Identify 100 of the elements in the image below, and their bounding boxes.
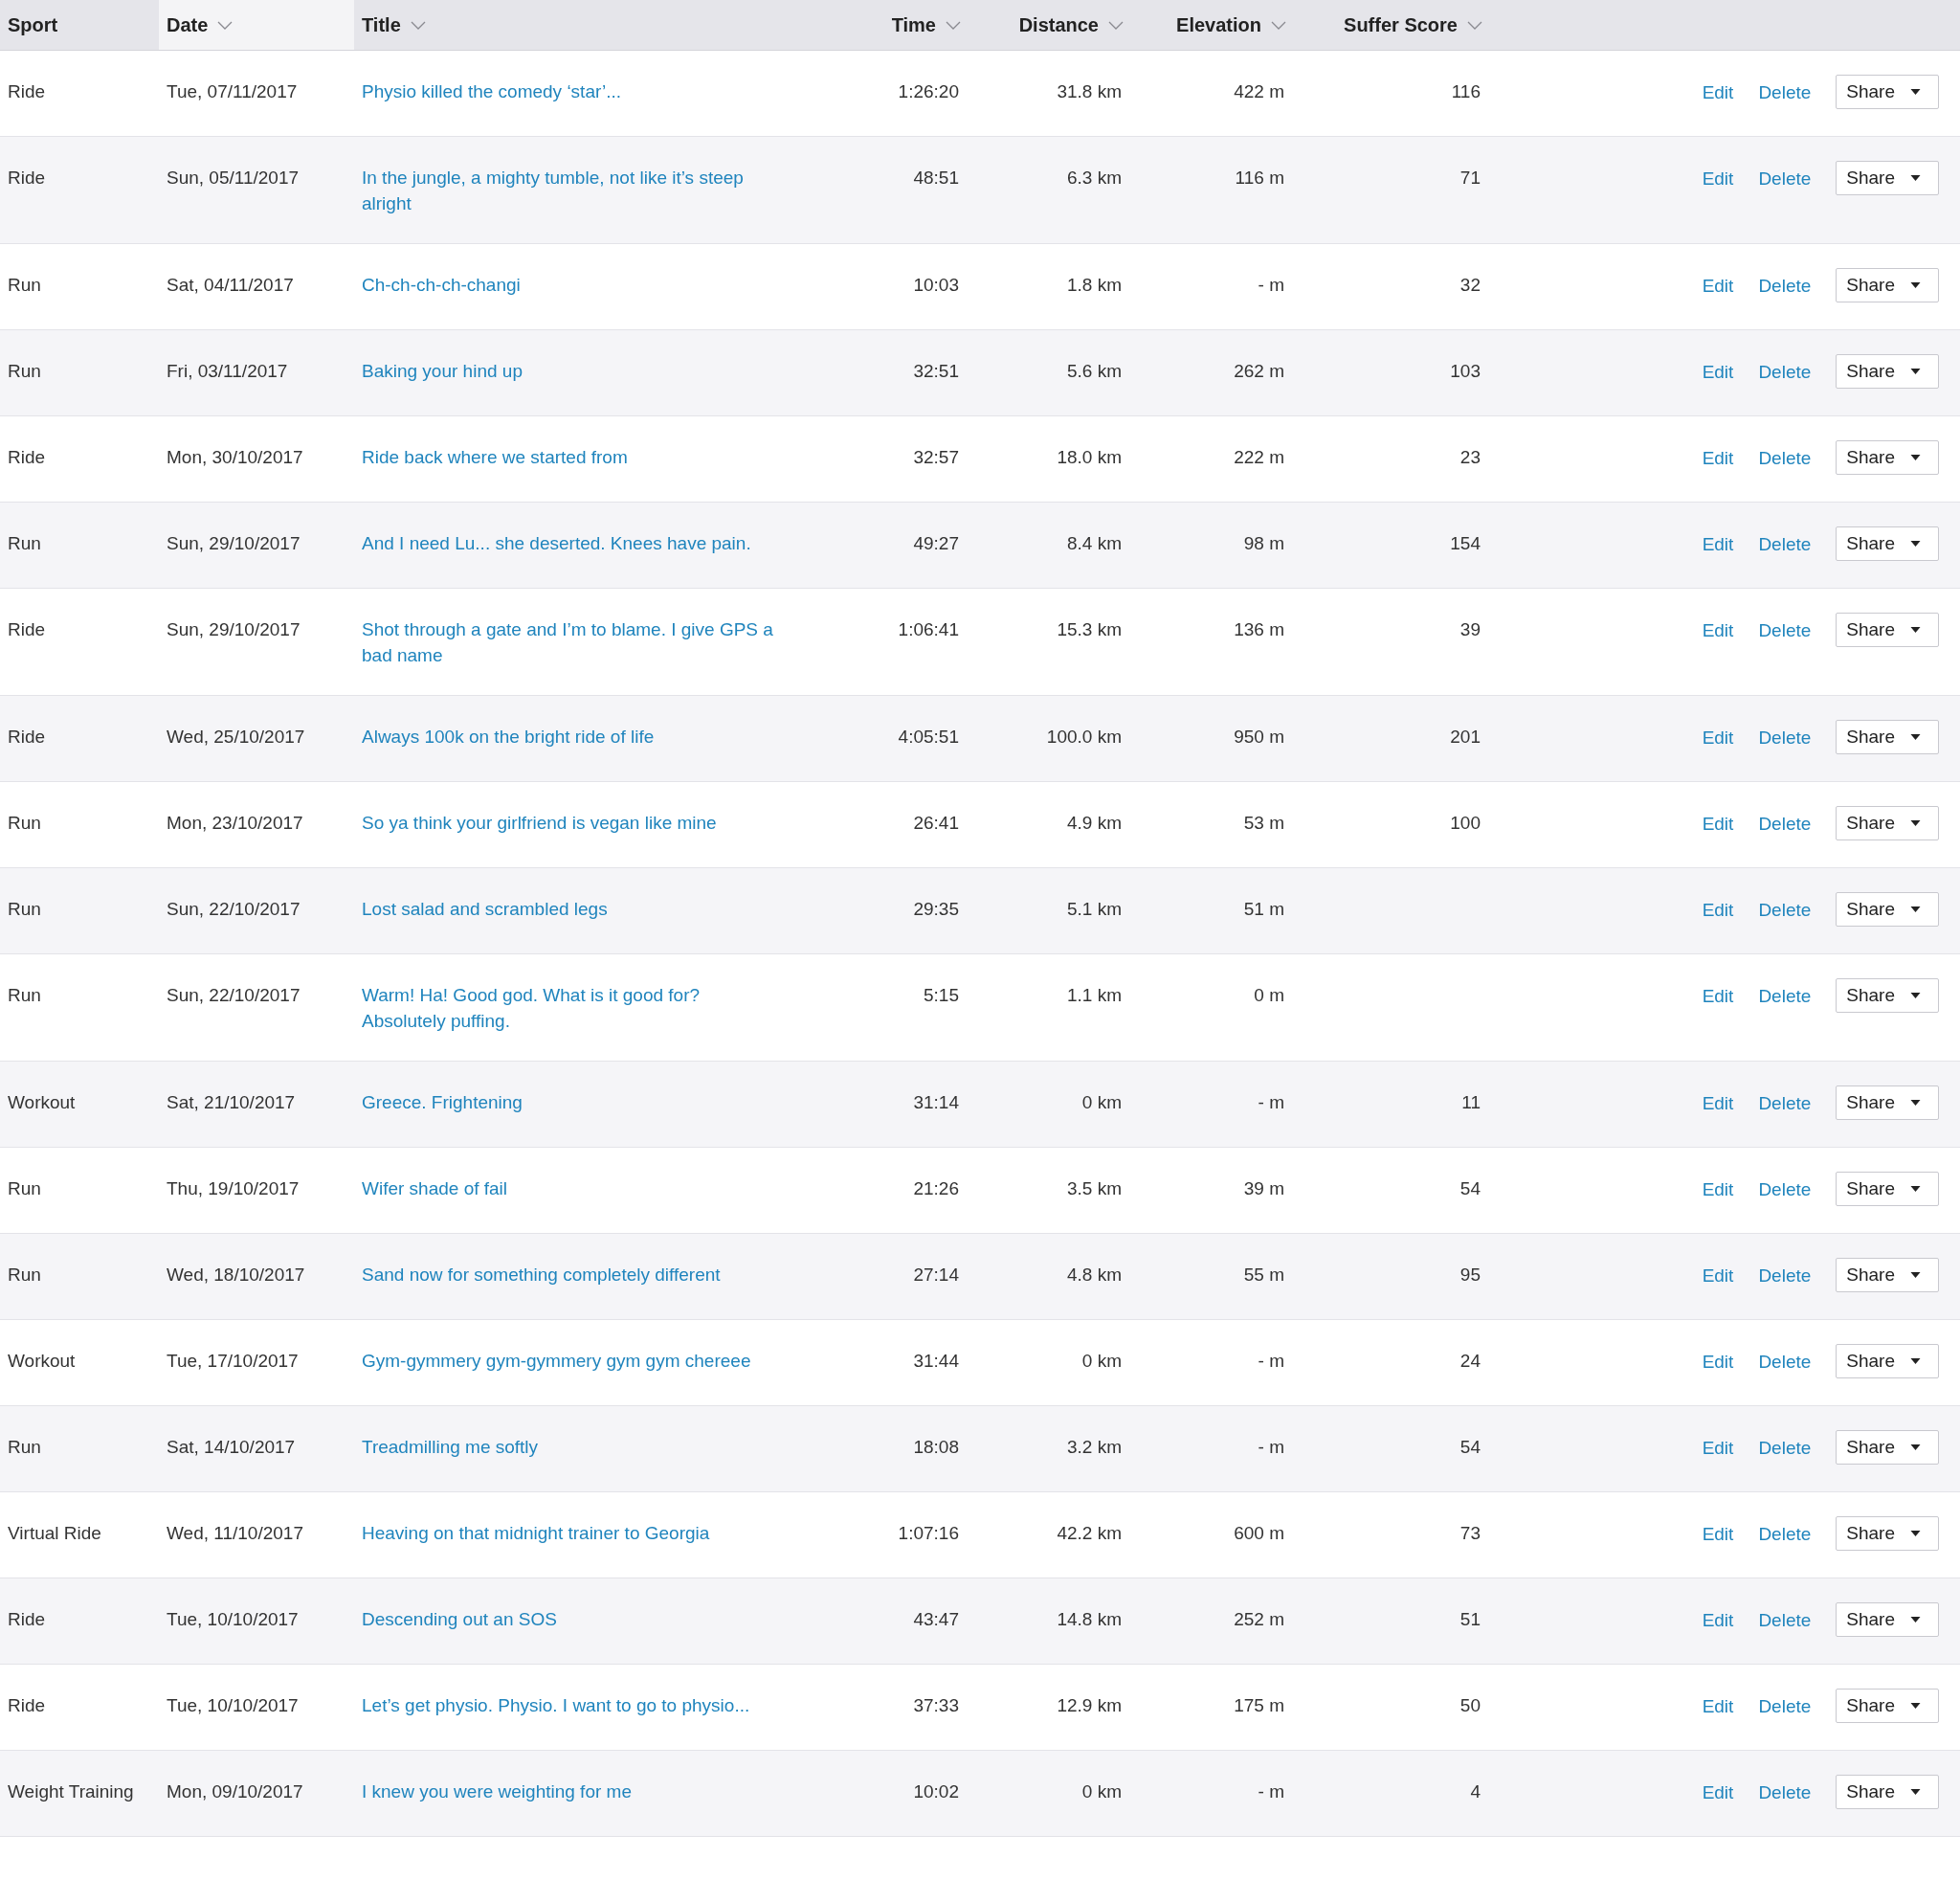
edit-link[interactable]: Edit — [1702, 1779, 1734, 1805]
delete-link[interactable]: Delete — [1758, 616, 1812, 643]
edit-link[interactable]: Edit — [1702, 982, 1734, 1009]
title-link[interactable]: In the jungle, a mighty tumble, not like it’s steep alright — [362, 165, 783, 216]
title-link[interactable]: And I need Lu... she deserted. Knees have pain. — [362, 530, 783, 556]
delete-link[interactable]: Delete — [1758, 1348, 1812, 1375]
delete-link[interactable]: Delete — [1758, 1692, 1812, 1719]
share-button[interactable]: Share — [1836, 978, 1939, 1013]
edit-link[interactable]: Edit — [1702, 1089, 1734, 1116]
delete-link[interactable]: Delete — [1758, 444, 1812, 471]
suffer-score-cell: 54 — [1459, 1437, 1481, 1457]
edit-link[interactable]: Edit — [1702, 1434, 1734, 1461]
distance-cell: 1.1 km — [1066, 985, 1122, 1005]
suffer-score-cell: 23 — [1459, 447, 1481, 467]
edit-link[interactable]: Edit — [1702, 1348, 1734, 1375]
caret-icon — [1910, 906, 1921, 912]
share-button[interactable]: Share — [1836, 1258, 1939, 1292]
title-link[interactable]: Treadmilling me softly — [362, 1434, 783, 1460]
column-header[interactable]: Date — [159, 0, 354, 51]
title-link[interactable]: So ya think your girlfriend is vegan like mine — [362, 810, 783, 836]
share-button[interactable]: Share — [1836, 354, 1939, 389]
delete-link[interactable]: Delete — [1758, 272, 1812, 299]
delete-link[interactable]: Delete — [1758, 1175, 1812, 1202]
share-button[interactable]: Share — [1836, 161, 1939, 195]
share-button[interactable]: Share — [1836, 268, 1939, 302]
share-button[interactable]: Share — [1836, 526, 1939, 561]
column-header[interactable]: Distance — [969, 0, 1131, 51]
edit-link[interactable]: Edit — [1702, 896, 1734, 923]
edit-link[interactable]: Edit — [1702, 1692, 1734, 1719]
edit-link[interactable]: Edit — [1702, 272, 1734, 299]
delete-link[interactable]: Delete — [1758, 982, 1812, 1009]
title-link[interactable]: Warm! Ha! Good god. What is it good for? Absolutely puffing. — [362, 982, 783, 1034]
title-link[interactable]: Descending out an SOS — [362, 1606, 783, 1632]
title-link[interactable]: Wifer shade of fail — [362, 1175, 783, 1201]
title-link[interactable]: Sand now for something completely different — [362, 1262, 783, 1287]
title-link[interactable]: Lost salad and scrambled legs — [362, 896, 783, 922]
title-link[interactable]: Always 100k on the bright ride of life — [362, 724, 783, 750]
share-button[interactable]: Share — [1836, 1516, 1939, 1551]
share-button[interactable]: Share — [1836, 1689, 1939, 1723]
edit-link[interactable]: Edit — [1702, 1262, 1734, 1288]
title-link[interactable]: Ride back where we started from — [362, 444, 783, 470]
distance-cell: 42.2 km — [1057, 1523, 1122, 1543]
edit-link[interactable]: Edit — [1702, 1175, 1734, 1202]
title-link[interactable]: Baking your hind up — [362, 358, 783, 384]
elevation-cell: 0 m — [1254, 985, 1284, 1005]
edit-link[interactable]: Edit — [1702, 358, 1734, 385]
edit-link[interactable]: Edit — [1702, 616, 1734, 643]
edit-link[interactable]: Edit — [1702, 530, 1734, 557]
edit-link[interactable]: Edit — [1702, 444, 1734, 471]
suffer-score-cell: 11 — [1461, 1092, 1481, 1112]
title-link[interactable]: I knew you were weighting for me — [362, 1779, 783, 1804]
edit-link[interactable]: Edit — [1702, 1520, 1734, 1547]
delete-link[interactable]: Delete — [1758, 1262, 1812, 1288]
column-header[interactable]: Sport — [0, 0, 159, 51]
share-button[interactable]: Share — [1836, 1775, 1939, 1809]
delete-link[interactable]: Delete — [1758, 530, 1812, 557]
delete-link[interactable]: Delete — [1758, 358, 1812, 385]
title-link[interactable]: Heaving on that midnight trainer to Georgia — [362, 1520, 783, 1546]
delete-link[interactable]: Delete — [1758, 1606, 1812, 1633]
caret-icon — [1910, 1444, 1921, 1450]
share-button[interactable]: Share — [1836, 75, 1939, 109]
title-link[interactable]: Ch-ch-ch-ch-changi — [362, 272, 783, 298]
sport-cell: Run — [8, 813, 41, 833]
column-header[interactable]: Title — [354, 0, 833, 51]
share-button[interactable]: Share — [1836, 720, 1939, 754]
time-cell: 18:08 — [913, 1437, 959, 1457]
suffer-score-cell: 71 — [1459, 168, 1481, 188]
title-link[interactable]: Let’s get physio. Physio. I want to go to physio... — [362, 1692, 783, 1718]
delete-link[interactable]: Delete — [1758, 810, 1812, 837]
edit-link[interactable]: Edit — [1702, 1606, 1734, 1633]
title-link[interactable]: Gym-gymmery gym-gymmery gym gym chereee — [362, 1348, 783, 1374]
delete-link[interactable]: Delete — [1758, 896, 1812, 923]
share-button[interactable]: Share — [1836, 440, 1939, 475]
column-header[interactable]: Time — [833, 0, 969, 51]
share-button[interactable]: Share — [1836, 1172, 1939, 1206]
column-header[interactable]: Suffer Score — [1294, 0, 1490, 51]
column-header[interactable]: Elevation — [1131, 0, 1294, 51]
caret-icon — [1910, 820, 1921, 826]
title-link[interactable]: Shot through a gate and I’m to blame. I give GPS a bad name — [362, 616, 783, 668]
share-button[interactable]: Share — [1836, 806, 1939, 840]
delete-link[interactable]: Delete — [1758, 724, 1812, 750]
edit-link[interactable]: Edit — [1702, 165, 1734, 191]
share-button[interactable]: Share — [1836, 1344, 1939, 1378]
edit-link[interactable]: Edit — [1702, 724, 1734, 750]
share-button[interactable]: Share — [1836, 613, 1939, 647]
delete-link[interactable]: Delete — [1758, 1089, 1812, 1116]
title-link[interactable]: Physio killed the comedy ‘star’... — [362, 78, 783, 104]
delete-link[interactable]: Delete — [1758, 1434, 1812, 1461]
distance-cell: 0 km — [1081, 1092, 1122, 1112]
share-button[interactable]: Share — [1836, 1602, 1939, 1637]
delete-link[interactable]: Delete — [1758, 165, 1812, 191]
share-button[interactable]: Share — [1836, 1085, 1939, 1120]
title-link[interactable]: Greece. Frightening — [362, 1089, 783, 1115]
delete-link[interactable]: Delete — [1758, 1779, 1812, 1805]
edit-link[interactable]: Edit — [1702, 78, 1734, 105]
edit-link[interactable]: Edit — [1702, 810, 1734, 837]
delete-link[interactable]: Delete — [1758, 1520, 1812, 1547]
delete-link[interactable]: Delete — [1758, 78, 1812, 105]
share-button[interactable]: Share — [1836, 892, 1939, 927]
share-button[interactable]: Share — [1836, 1430, 1939, 1465]
